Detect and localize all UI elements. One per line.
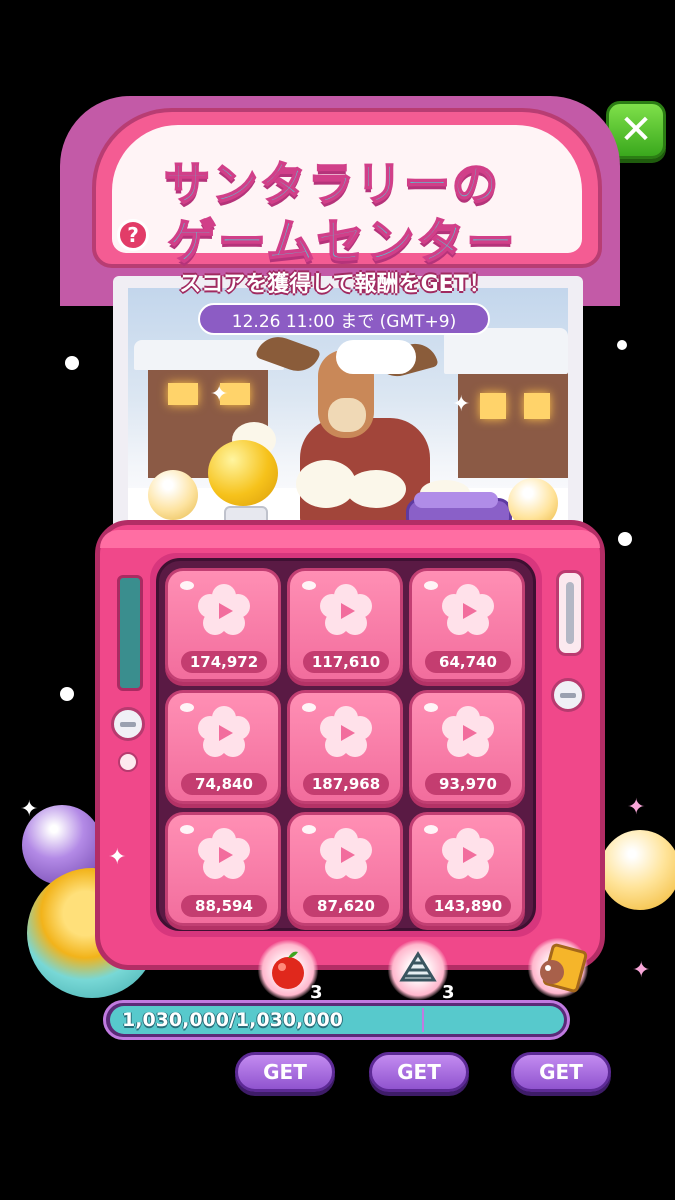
tile-score: 143,890 xyxy=(425,895,511,917)
score-tile[interactable]: 88,594 xyxy=(165,812,281,926)
snow-dot xyxy=(65,356,79,370)
machine-highlight xyxy=(100,530,600,548)
tile-shine xyxy=(180,703,194,712)
flower-play-icon xyxy=(196,705,252,761)
sparkle-icon: ✦ xyxy=(632,958,651,983)
reward-card xyxy=(528,938,588,998)
snow-dot xyxy=(618,532,632,546)
title-line-2: ゲームセンター xyxy=(167,213,517,271)
reward-apple xyxy=(258,940,318,1000)
tile-shine xyxy=(180,825,194,834)
tile-shine xyxy=(302,825,316,834)
flower-play-icon xyxy=(440,583,496,639)
milestone-marker xyxy=(422,1008,424,1032)
character-card-icon xyxy=(540,943,588,993)
get-button-3[interactable]: GET xyxy=(511,1052,611,1092)
tile-shine xyxy=(424,581,438,590)
snow-dot xyxy=(617,340,627,350)
push-button-top xyxy=(414,492,498,508)
subtitle: スコアを獲得して報酬をGET！ xyxy=(179,272,491,297)
reward-candy xyxy=(388,940,448,1000)
tile-shine xyxy=(302,581,316,590)
flower-play-icon xyxy=(318,827,374,883)
score-tile[interactable]: 74,840 xyxy=(165,690,281,804)
window-light xyxy=(524,393,550,419)
santa-hat-trim xyxy=(336,340,416,374)
fluff xyxy=(346,470,406,508)
snow-dot xyxy=(60,687,74,701)
tile-shine xyxy=(180,581,194,590)
screw-icon xyxy=(551,678,585,712)
tile-score: 187,968 xyxy=(303,773,389,795)
tile-shine xyxy=(424,825,438,834)
coin-slot-opening xyxy=(566,582,574,644)
flower-play-icon xyxy=(318,583,374,639)
tile-score: 74,840 xyxy=(181,773,267,795)
coin-slot-left xyxy=(117,575,143,691)
score-tile[interactable]: 93,970 xyxy=(409,690,525,804)
score-tile[interactable]: 64,740 xyxy=(409,568,525,682)
tile-score: 87,620 xyxy=(303,895,389,917)
score-tile[interactable]: 87,620 xyxy=(287,812,403,926)
deadline-badge: 12.26 11:00 まで (GMT+9) xyxy=(198,303,490,335)
indicator-dot xyxy=(118,752,138,772)
tile-score: 93,970 xyxy=(425,773,511,795)
sparkle-icon: ✦ xyxy=(452,392,471,417)
help-icon[interactable]: ? xyxy=(117,219,149,251)
get-button-2[interactable]: GET xyxy=(369,1052,469,1092)
close-icon: ✕ xyxy=(619,107,653,153)
sparkle-icon: ✦ xyxy=(627,795,646,820)
window-light xyxy=(480,393,506,419)
progress-text: 1,030,000/1,030,000 xyxy=(122,1009,343,1031)
tile-score: 64,740 xyxy=(425,651,511,673)
striped-candy-icon xyxy=(399,951,437,982)
flower-play-icon xyxy=(318,705,374,761)
deer-snout xyxy=(328,398,366,432)
score-tile[interactable]: 117,610 xyxy=(287,568,403,682)
screw-icon xyxy=(111,707,145,741)
tile-shine xyxy=(302,703,316,712)
joystick-ball[interactable] xyxy=(208,440,278,506)
tile-score: 174,972 xyxy=(181,651,267,673)
tile-score: 117,610 xyxy=(303,651,389,673)
flower-play-icon xyxy=(196,827,252,883)
sparkle-icon: ✦ xyxy=(108,845,127,870)
window-light xyxy=(168,383,198,405)
score-tile[interactable]: 143,890 xyxy=(409,812,525,926)
flower-play-icon xyxy=(196,583,252,639)
house-right xyxy=(458,368,568,478)
get-button-1[interactable]: GET xyxy=(235,1052,335,1092)
sparkle-icon: ✦ xyxy=(210,382,229,407)
tile-score: 88,594 xyxy=(181,895,267,917)
tile-shine xyxy=(424,703,438,712)
flower-play-icon xyxy=(440,705,496,761)
score-tile[interactable]: 174,972 xyxy=(165,568,281,682)
apple-icon xyxy=(272,951,304,989)
capsule-sphere xyxy=(600,830,675,910)
flower-play-icon xyxy=(440,827,496,883)
sparkle-icon: ✦ xyxy=(20,797,39,822)
score-tile[interactable]: 187,968 xyxy=(287,690,403,804)
capsule-sphere xyxy=(148,470,198,520)
